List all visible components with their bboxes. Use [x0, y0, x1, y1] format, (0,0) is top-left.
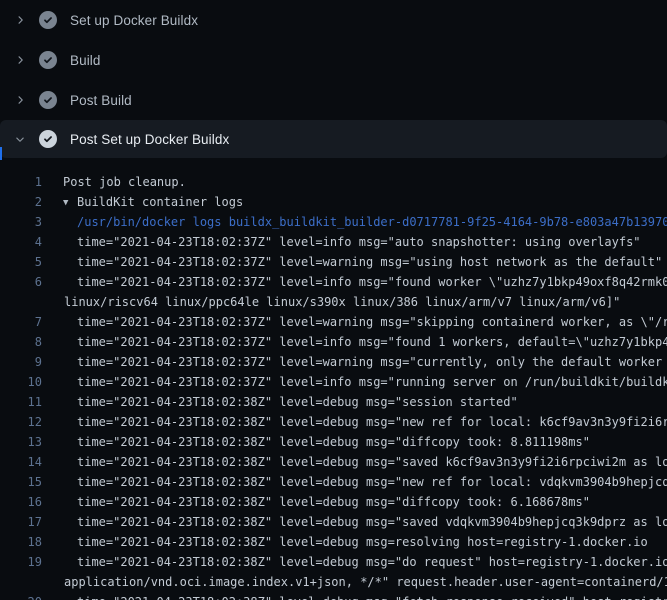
log-line: 10 ▼time="2021-04-23T18:02:37Z" level=in… — [0, 372, 667, 392]
line-number-link[interactable]: 5 — [0, 252, 42, 272]
line-number-link[interactable]: 14 — [0, 452, 42, 472]
group-expand-triangle-icon[interactable]: ▼ — [63, 193, 77, 212]
log-panel: 1 ▼Post job cleanup. 2 ▼BuildKit contain… — [0, 158, 667, 600]
chevron-right-icon — [14, 14, 26, 26]
log-text: ▼time="2021-04-23T18:02:38Z" level=debug… — [42, 472, 667, 492]
log-text: ▼/usr/bin/docker logs buildx_buildkit_bu… — [42, 212, 667, 232]
line-number-link[interactable]: 11 — [0, 392, 42, 412]
log-line: ▼application/vnd.oci.image.index.v1+json… — [0, 572, 667, 592]
log-line: 8 ▼time="2021-04-23T18:02:37Z" level=inf… — [0, 332, 667, 352]
log-text: ▼time="2021-04-23T18:02:38Z" level=debug… — [42, 492, 590, 512]
log-text: ▼time="2021-04-23T18:02:37Z" level=info … — [42, 232, 641, 252]
line-number-link[interactable]: 13 — [0, 432, 42, 452]
check-circle-icon — [39, 11, 57, 29]
line-number-link[interactable]: 9 — [0, 352, 42, 372]
step-title: Build — [70, 53, 101, 68]
line-number-link[interactable]: 7 — [0, 312, 42, 332]
line-number-link[interactable]: 8 — [0, 332, 42, 352]
line-number-link[interactable]: 17 — [0, 512, 42, 532]
steps-list: Set up Docker Buildx Build — [0, 0, 667, 158]
log-text: ▼time="2021-04-23T18:02:37Z" level=info … — [42, 272, 667, 292]
log-text: ▼Post job cleanup. — [42, 172, 186, 192]
line-number-link[interactable] — [0, 292, 42, 312]
log-text: ▼time="2021-04-23T18:02:38Z" level=debug… — [42, 512, 667, 532]
check-circle-icon — [39, 51, 57, 69]
focus-accent-bar — [0, 147, 2, 160]
log-line: 3 ▼/usr/bin/docker logs buildx_buildkit_… — [0, 212, 667, 232]
log-line: 15 ▼time="2021-04-23T18:02:38Z" level=de… — [0, 472, 667, 492]
log-text: ▼linux/riscv64 linux/ppc64le linux/s390x… — [42, 292, 620, 312]
step-header[interactable]: Post Build — [0, 80, 667, 120]
log-line: 18 ▼time="2021-04-23T18:02:38Z" level=de… — [0, 532, 667, 552]
log-line: 17 ▼time="2021-04-23T18:02:38Z" level=de… — [0, 512, 667, 532]
log-text: ▼time="2021-04-23T18:02:38Z" level=debug… — [42, 552, 667, 572]
line-number-link[interactable]: 20 — [0, 592, 42, 600]
line-number-link[interactable]: 3 — [0, 212, 42, 232]
log-text: ▼time="2021-04-23T18:02:38Z" level=debug… — [42, 432, 590, 452]
log-line: ▼linux/riscv64 linux/ppc64le linux/s390x… — [0, 292, 667, 312]
chevron-right-icon — [14, 54, 26, 66]
log-text: ▼BuildKit container logs — [42, 192, 243, 212]
chevron-right-icon — [14, 94, 26, 106]
line-number-link[interactable] — [0, 572, 42, 592]
line-number-link[interactable]: 2 — [0, 192, 42, 212]
step-title: Post Build — [70, 93, 132, 108]
log-line: 9 ▼time="2021-04-23T18:02:37Z" level=war… — [0, 352, 667, 372]
line-number-link[interactable]: 6 — [0, 272, 42, 292]
line-number-link[interactable]: 1 — [0, 172, 42, 192]
log-line: 7 ▼time="2021-04-23T18:02:37Z" level=war… — [0, 312, 667, 332]
log-line: 19 ▼time="2021-04-23T18:02:38Z" level=de… — [0, 552, 667, 572]
log-line: 1 ▼Post job cleanup. — [0, 172, 667, 192]
step-title: Set up Docker Buildx — [70, 13, 198, 28]
line-number-link[interactable]: 16 — [0, 492, 42, 512]
line-number-link[interactable]: 19 — [0, 552, 42, 572]
log-line: 14 ▼time="2021-04-23T18:02:38Z" level=de… — [0, 452, 667, 472]
log-line: 12 ▼time="2021-04-23T18:02:38Z" level=de… — [0, 412, 667, 432]
log-line: 20 ▼time="2021-04-23T18:02:38Z" level=de… — [0, 592, 667, 600]
log-line: 2 ▼BuildKit container logs — [0, 192, 667, 212]
log-text: ▼time="2021-04-23T18:02:37Z" level=warni… — [42, 252, 662, 272]
log-text: ▼time="2021-04-23T18:02:38Z" level=debug… — [42, 412, 667, 432]
log-line: 16 ▼time="2021-04-23T18:02:38Z" level=de… — [0, 492, 667, 512]
log-text: ▼time="2021-04-23T18:02:38Z" level=debug… — [42, 392, 518, 412]
log-text: ▼application/vnd.oci.image.index.v1+json… — [42, 572, 667, 592]
log-text: ▼time="2021-04-23T18:02:37Z" level=info … — [42, 372, 667, 392]
line-number-link[interactable]: 12 — [0, 412, 42, 432]
check-circle-icon — [39, 130, 57, 148]
log-text: ▼time="2021-04-23T18:02:38Z" level=debug… — [42, 452, 667, 472]
line-number-link[interactable]: 18 — [0, 532, 42, 552]
log-text: ▼time="2021-04-23T18:02:38Z" level=debug… — [42, 532, 648, 552]
line-number-link[interactable]: 10 — [0, 372, 42, 392]
step-header[interactable]: Post Set up Docker Buildx — [0, 120, 667, 158]
log-line: 6 ▼time="2021-04-23T18:02:37Z" level=inf… — [0, 272, 667, 292]
line-number-link[interactable]: 15 — [0, 472, 42, 492]
step-header[interactable]: Build — [0, 40, 667, 80]
chevron-down-icon — [14, 133, 26, 145]
log-text: ▼time="2021-04-23T18:02:37Z" level=warni… — [42, 352, 667, 372]
log-line: 4 ▼time="2021-04-23T18:02:37Z" level=inf… — [0, 232, 667, 252]
log-line: 11 ▼time="2021-04-23T18:02:38Z" level=de… — [0, 392, 667, 412]
log-text: ▼time="2021-04-23T18:02:38Z" level=debug… — [42, 592, 667, 600]
log-line: 13 ▼time="2021-04-23T18:02:38Z" level=de… — [0, 432, 667, 452]
check-circle-icon — [39, 91, 57, 109]
log-text: ▼time="2021-04-23T18:02:37Z" level=info … — [42, 332, 667, 352]
line-number-link[interactable]: 4 — [0, 232, 42, 252]
step-header[interactable]: Set up Docker Buildx — [0, 0, 667, 40]
actions-log-viewer: Set up Docker Buildx Build — [0, 0, 667, 600]
log-text: ▼time="2021-04-23T18:02:37Z" level=warni… — [42, 312, 667, 332]
log-line: 5 ▼time="2021-04-23T18:02:37Z" level=war… — [0, 252, 667, 272]
step-title: Post Set up Docker Buildx — [70, 132, 229, 147]
